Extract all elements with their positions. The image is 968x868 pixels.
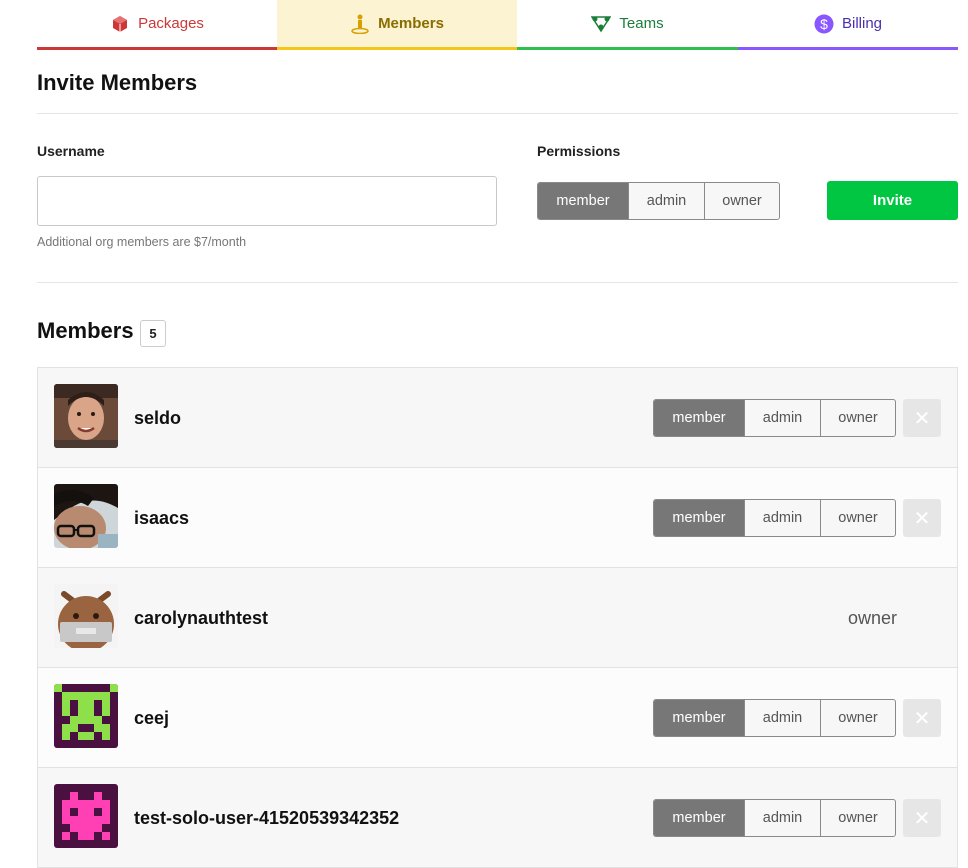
members-title: Members (37, 318, 134, 343)
remove-member-button[interactable]: ✕ (903, 399, 941, 437)
members-count-badge: 5 (140, 320, 166, 347)
permission-option-admin[interactable]: admin (628, 183, 704, 219)
tab-label: Teams (619, 15, 664, 32)
tab-packages[interactable]: Packages (37, 0, 277, 50)
role-option-owner[interactable]: owner (820, 800, 895, 836)
remove-member-button[interactable]: ✕ (903, 699, 941, 737)
tab-label: Billing (841, 15, 883, 32)
teams-icon (591, 14, 612, 34)
close-icon: ✕ (913, 807, 931, 830)
svg-text:$: $ (820, 16, 828, 32)
member-row: carolynauthtest owner (38, 568, 957, 668)
role-option-member[interactable]: member (654, 400, 744, 436)
member-icon (350, 14, 370, 34)
owner-role-label: owner (848, 607, 898, 628)
permission-option-member[interactable]: member (538, 183, 628, 219)
close-icon: ✕ (913, 407, 931, 430)
role-selector: member admin owner (653, 399, 896, 437)
role-option-owner[interactable]: owner (820, 700, 895, 736)
role-option-admin[interactable]: admin (744, 500, 820, 536)
role-option-admin[interactable]: admin (744, 400, 820, 436)
member-username[interactable]: ceej (134, 668, 169, 768)
invite-title: Invite Members (37, 70, 198, 95)
remove-member-button[interactable]: ✕ (903, 499, 941, 537)
role-selector: member admin owner (653, 699, 896, 737)
tab-label: Packages (138, 15, 204, 32)
role-selector: member admin owner (653, 499, 896, 537)
package-icon (110, 14, 130, 34)
pricing-hint: Additional org members are $7/month (37, 235, 247, 249)
tab-members[interactable]: Members (277, 0, 517, 50)
username-input[interactable] (37, 176, 497, 226)
role-selector: member admin owner (653, 799, 896, 837)
member-username[interactable]: seldo (134, 368, 181, 468)
member-row: test-solo-user-41520539342352 member adm… (38, 768, 957, 868)
member-row: isaacs member admin owner ✕ (38, 468, 957, 568)
avatar (54, 784, 118, 848)
role-option-owner[interactable]: owner (820, 400, 895, 436)
role-option-member[interactable]: member (654, 500, 744, 536)
close-icon: ✕ (913, 507, 931, 530)
avatar (54, 584, 118, 648)
username-label: Username (37, 143, 105, 159)
role-option-admin[interactable]: admin (744, 800, 820, 836)
invite-button[interactable]: Invite (827, 181, 958, 220)
member-username[interactable]: test-solo-user-41520539342352 (134, 768, 399, 868)
member-row: seldo member admin owner ✕ (38, 368, 957, 468)
divider (37, 113, 958, 114)
member-username[interactable]: carolynauthtest (134, 568, 268, 668)
permissions-label: Permissions (537, 143, 621, 159)
tab-billing[interactable]: $ Billing (738, 0, 958, 50)
role-option-owner[interactable]: owner (820, 500, 895, 536)
member-username[interactable]: isaacs (134, 468, 189, 568)
remove-member-button[interactable]: ✕ (903, 799, 941, 837)
members-list: seldo member admin owner ✕ isaacs member (37, 367, 958, 868)
role-option-member[interactable]: member (654, 800, 744, 836)
permissions-selector: member admin owner (537, 182, 780, 220)
tab-teams[interactable]: Teams (517, 0, 738, 50)
dollar-icon: $ (814, 14, 834, 34)
close-icon: ✕ (913, 707, 931, 730)
divider (37, 282, 958, 283)
role-option-member[interactable]: member (654, 700, 744, 736)
permission-option-owner[interactable]: owner (704, 183, 779, 219)
role-option-admin[interactable]: admin (744, 700, 820, 736)
avatar (54, 684, 118, 748)
member-row: ceej member admin owner ✕ (38, 668, 957, 768)
tab-bar: Packages Members Teams $ Billing (37, 0, 958, 50)
avatar (54, 384, 118, 448)
avatar (54, 484, 118, 548)
tab-label: Members (378, 15, 444, 32)
